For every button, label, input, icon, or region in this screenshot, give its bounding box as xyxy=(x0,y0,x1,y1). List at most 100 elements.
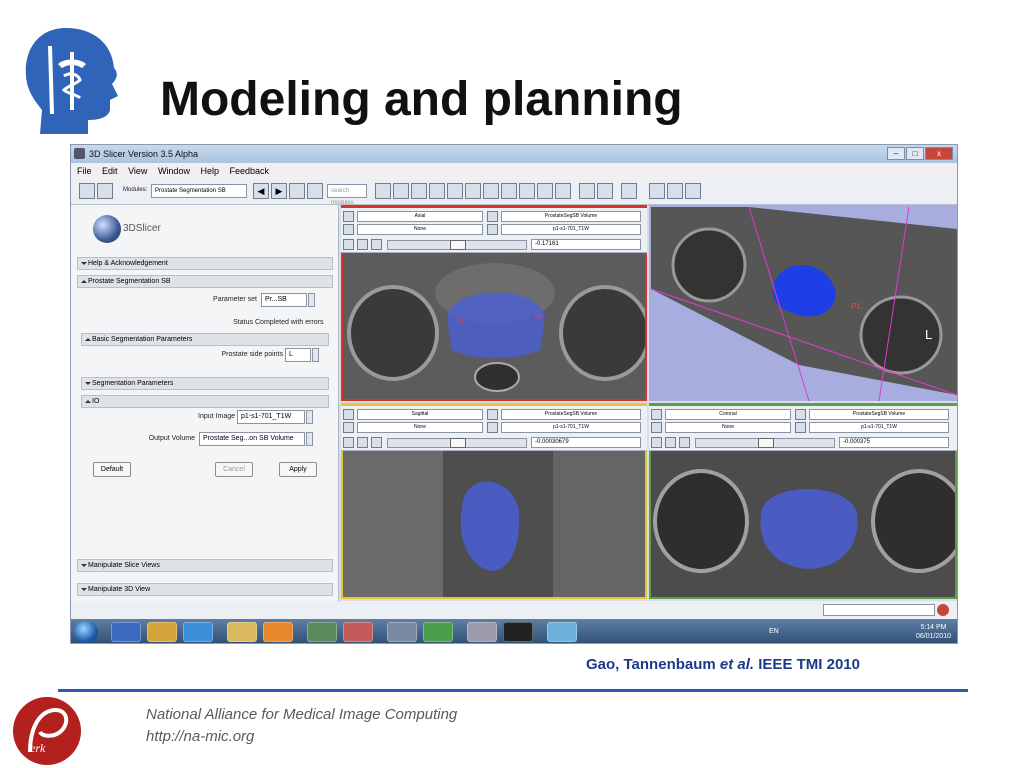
sagittal-fg-icon[interactable] xyxy=(343,422,354,433)
coronal-bg-icon[interactable] xyxy=(795,422,806,433)
taskbar-ie-icon[interactable] xyxy=(183,622,213,642)
menu-help[interactable]: Help xyxy=(200,166,219,176)
axial-visibility-icon[interactable] xyxy=(357,239,368,250)
toolbar-tool-4-icon[interactable] xyxy=(429,183,445,199)
coronal-fg-select[interactable]: None xyxy=(665,422,791,433)
taskbar-app-1-icon[interactable] xyxy=(307,622,337,642)
coronal-bg-select[interactable]: p1-s1-701_T1W xyxy=(809,422,949,433)
coronal-link-icon[interactable] xyxy=(651,437,662,448)
module-search-icon[interactable] xyxy=(307,183,323,199)
redo-icon[interactable] xyxy=(597,183,613,199)
coronal-orientation-select[interactable]: Coronal xyxy=(665,409,791,420)
axial-view[interactable]: P1 P2 xyxy=(341,253,647,401)
sagittal-visibility-icon[interactable] xyxy=(357,437,368,448)
toolbar-tool-10-icon[interactable] xyxy=(537,183,553,199)
minimize-button[interactable]: – xyxy=(887,147,905,160)
basic-params-section-header[interactable]: Basic Segmentation Parameters xyxy=(81,333,329,346)
taskbar-app-3-icon[interactable] xyxy=(387,622,417,642)
taskbar-explorer-icon[interactable] xyxy=(147,622,177,642)
coronal-view[interactable] xyxy=(649,451,957,599)
coronal-label-select[interactable]: ProstateSegSB Volume xyxy=(809,409,949,420)
module-section-header[interactable]: Prostate Segmentation SB xyxy=(77,275,333,288)
start-button-icon[interactable] xyxy=(74,621,98,643)
sagittal-view[interactable] xyxy=(341,451,647,599)
default-button[interactable]: Default xyxy=(93,462,131,477)
home-icon[interactable] xyxy=(393,183,409,199)
menu-file[interactable]: File xyxy=(77,166,92,176)
footer-url[interactable]: http://na-mic.org xyxy=(146,728,254,745)
error-indicator-icon[interactable] xyxy=(937,604,949,616)
axial-bg-icon[interactable] xyxy=(487,224,498,235)
status-input[interactable] xyxy=(823,604,935,616)
prev-module-icon[interactable]: ◀ xyxy=(253,183,269,199)
parameter-set-spinner[interactable] xyxy=(308,293,315,307)
axial-fg-icon[interactable] xyxy=(343,224,354,235)
sagittal-label-select[interactable]: ProstateSegSB Volume xyxy=(501,409,641,420)
undo-icon[interactable] xyxy=(579,183,595,199)
axial-fg-select[interactable]: None xyxy=(357,224,483,235)
axial-label-layer-icon[interactable] xyxy=(487,211,498,222)
maximize-button[interactable]: □ xyxy=(906,147,924,160)
manip-slice-section-header[interactable]: Manipulate Slice Views xyxy=(77,559,333,572)
sagittal-offset-value[interactable]: -0.00030679 xyxy=(531,437,641,448)
coronal-offset-value[interactable]: -0.000375 xyxy=(839,437,949,448)
axial-fit-icon[interactable] xyxy=(371,239,382,250)
toolbar-tool-8-icon[interactable] xyxy=(501,183,517,199)
toolbar-tool-3-icon[interactable] xyxy=(411,183,427,199)
module-search-input[interactable]: search modules xyxy=(327,184,367,206)
side-points-select[interactable]: L xyxy=(285,348,311,362)
menu-feedback[interactable]: Feedback xyxy=(230,166,270,176)
next-module-icon[interactable]: ▶ xyxy=(271,183,287,199)
side-points-spinner[interactable] xyxy=(312,348,319,362)
system-clock[interactable]: 5:14 PM 06/01/2010 xyxy=(916,623,951,641)
axial-bg-select[interactable]: p1-s1-701_T1W xyxy=(501,224,641,235)
toolbar-tool-9-icon[interactable] xyxy=(519,183,535,199)
sagittal-orientation-select[interactable]: Sagittal xyxy=(357,409,483,420)
sagittal-fg-select[interactable]: None xyxy=(357,422,483,433)
coronal-label-layer-icon[interactable] xyxy=(795,409,806,420)
taskbar-paint-icon[interactable] xyxy=(547,622,577,642)
axial-orientation-select[interactable]: Axial xyxy=(357,211,483,222)
module-history-icon[interactable] xyxy=(289,183,305,199)
taskbar-save-icon[interactable] xyxy=(111,622,141,642)
io-section-header[interactable]: IO xyxy=(81,395,329,408)
output-volume-select[interactable]: Prostate Seg...on SB Volume xyxy=(199,432,305,446)
axial-offset-value[interactable]: -0.17161 xyxy=(531,239,641,250)
axial-pin-icon[interactable] xyxy=(343,211,354,222)
toolbar-tool-5-icon[interactable] xyxy=(447,183,463,199)
axial-label-select[interactable]: ProstateSegSB Volume xyxy=(501,211,641,222)
taskbar-folder-icon[interactable] xyxy=(227,622,257,642)
menu-window[interactable]: Window xyxy=(158,166,190,176)
manip-3d-section-header[interactable]: Manipulate 3D View xyxy=(77,583,333,596)
sagittal-bg-icon[interactable] xyxy=(487,422,498,433)
coronal-slice-slider[interactable] xyxy=(695,438,835,448)
menu-edit[interactable]: Edit xyxy=(102,166,118,176)
output-volume-spinner[interactable] xyxy=(306,432,313,446)
sagittal-link-icon[interactable] xyxy=(343,437,354,448)
toolbar-tool-1-icon[interactable] xyxy=(375,183,391,199)
toolbar-tool-11-icon[interactable] xyxy=(555,183,571,199)
fiducial-place-icon[interactable] xyxy=(649,183,665,199)
refresh-icon[interactable] xyxy=(685,183,701,199)
taskbar-app-2-icon[interactable] xyxy=(343,622,373,642)
coronal-fg-icon[interactable] xyxy=(651,422,662,433)
coronal-visibility-icon[interactable] xyxy=(665,437,676,448)
toolbar-tool-7-icon[interactable] xyxy=(483,183,499,199)
taskbar-app-4-icon[interactable] xyxy=(423,622,453,642)
help-section-header[interactable]: Help & Acknowledgement xyxy=(77,257,333,270)
input-image-select[interactable]: p1-s1-701_T1W xyxy=(237,410,305,424)
taskbar-media-icon[interactable] xyxy=(263,622,293,642)
taskbar-console-icon[interactable] xyxy=(503,622,533,642)
coronal-fit-icon[interactable] xyxy=(679,437,690,448)
parameter-set-select[interactable]: Pr...SB xyxy=(261,293,307,307)
input-image-spinner[interactable] xyxy=(306,410,313,424)
sagittal-label-layer-icon[interactable] xyxy=(487,409,498,420)
screenshot-icon[interactable] xyxy=(621,183,637,199)
sagittal-pin-icon[interactable] xyxy=(343,409,354,420)
load-scene-icon[interactable] xyxy=(79,183,95,199)
sagittal-fit-icon[interactable] xyxy=(371,437,382,448)
sagittal-slice-slider[interactable] xyxy=(387,438,527,448)
fiducial-persist-icon[interactable] xyxy=(667,183,683,199)
cancel-button[interactable]: Cancel xyxy=(215,462,253,477)
close-button[interactable]: x xyxy=(925,147,953,160)
